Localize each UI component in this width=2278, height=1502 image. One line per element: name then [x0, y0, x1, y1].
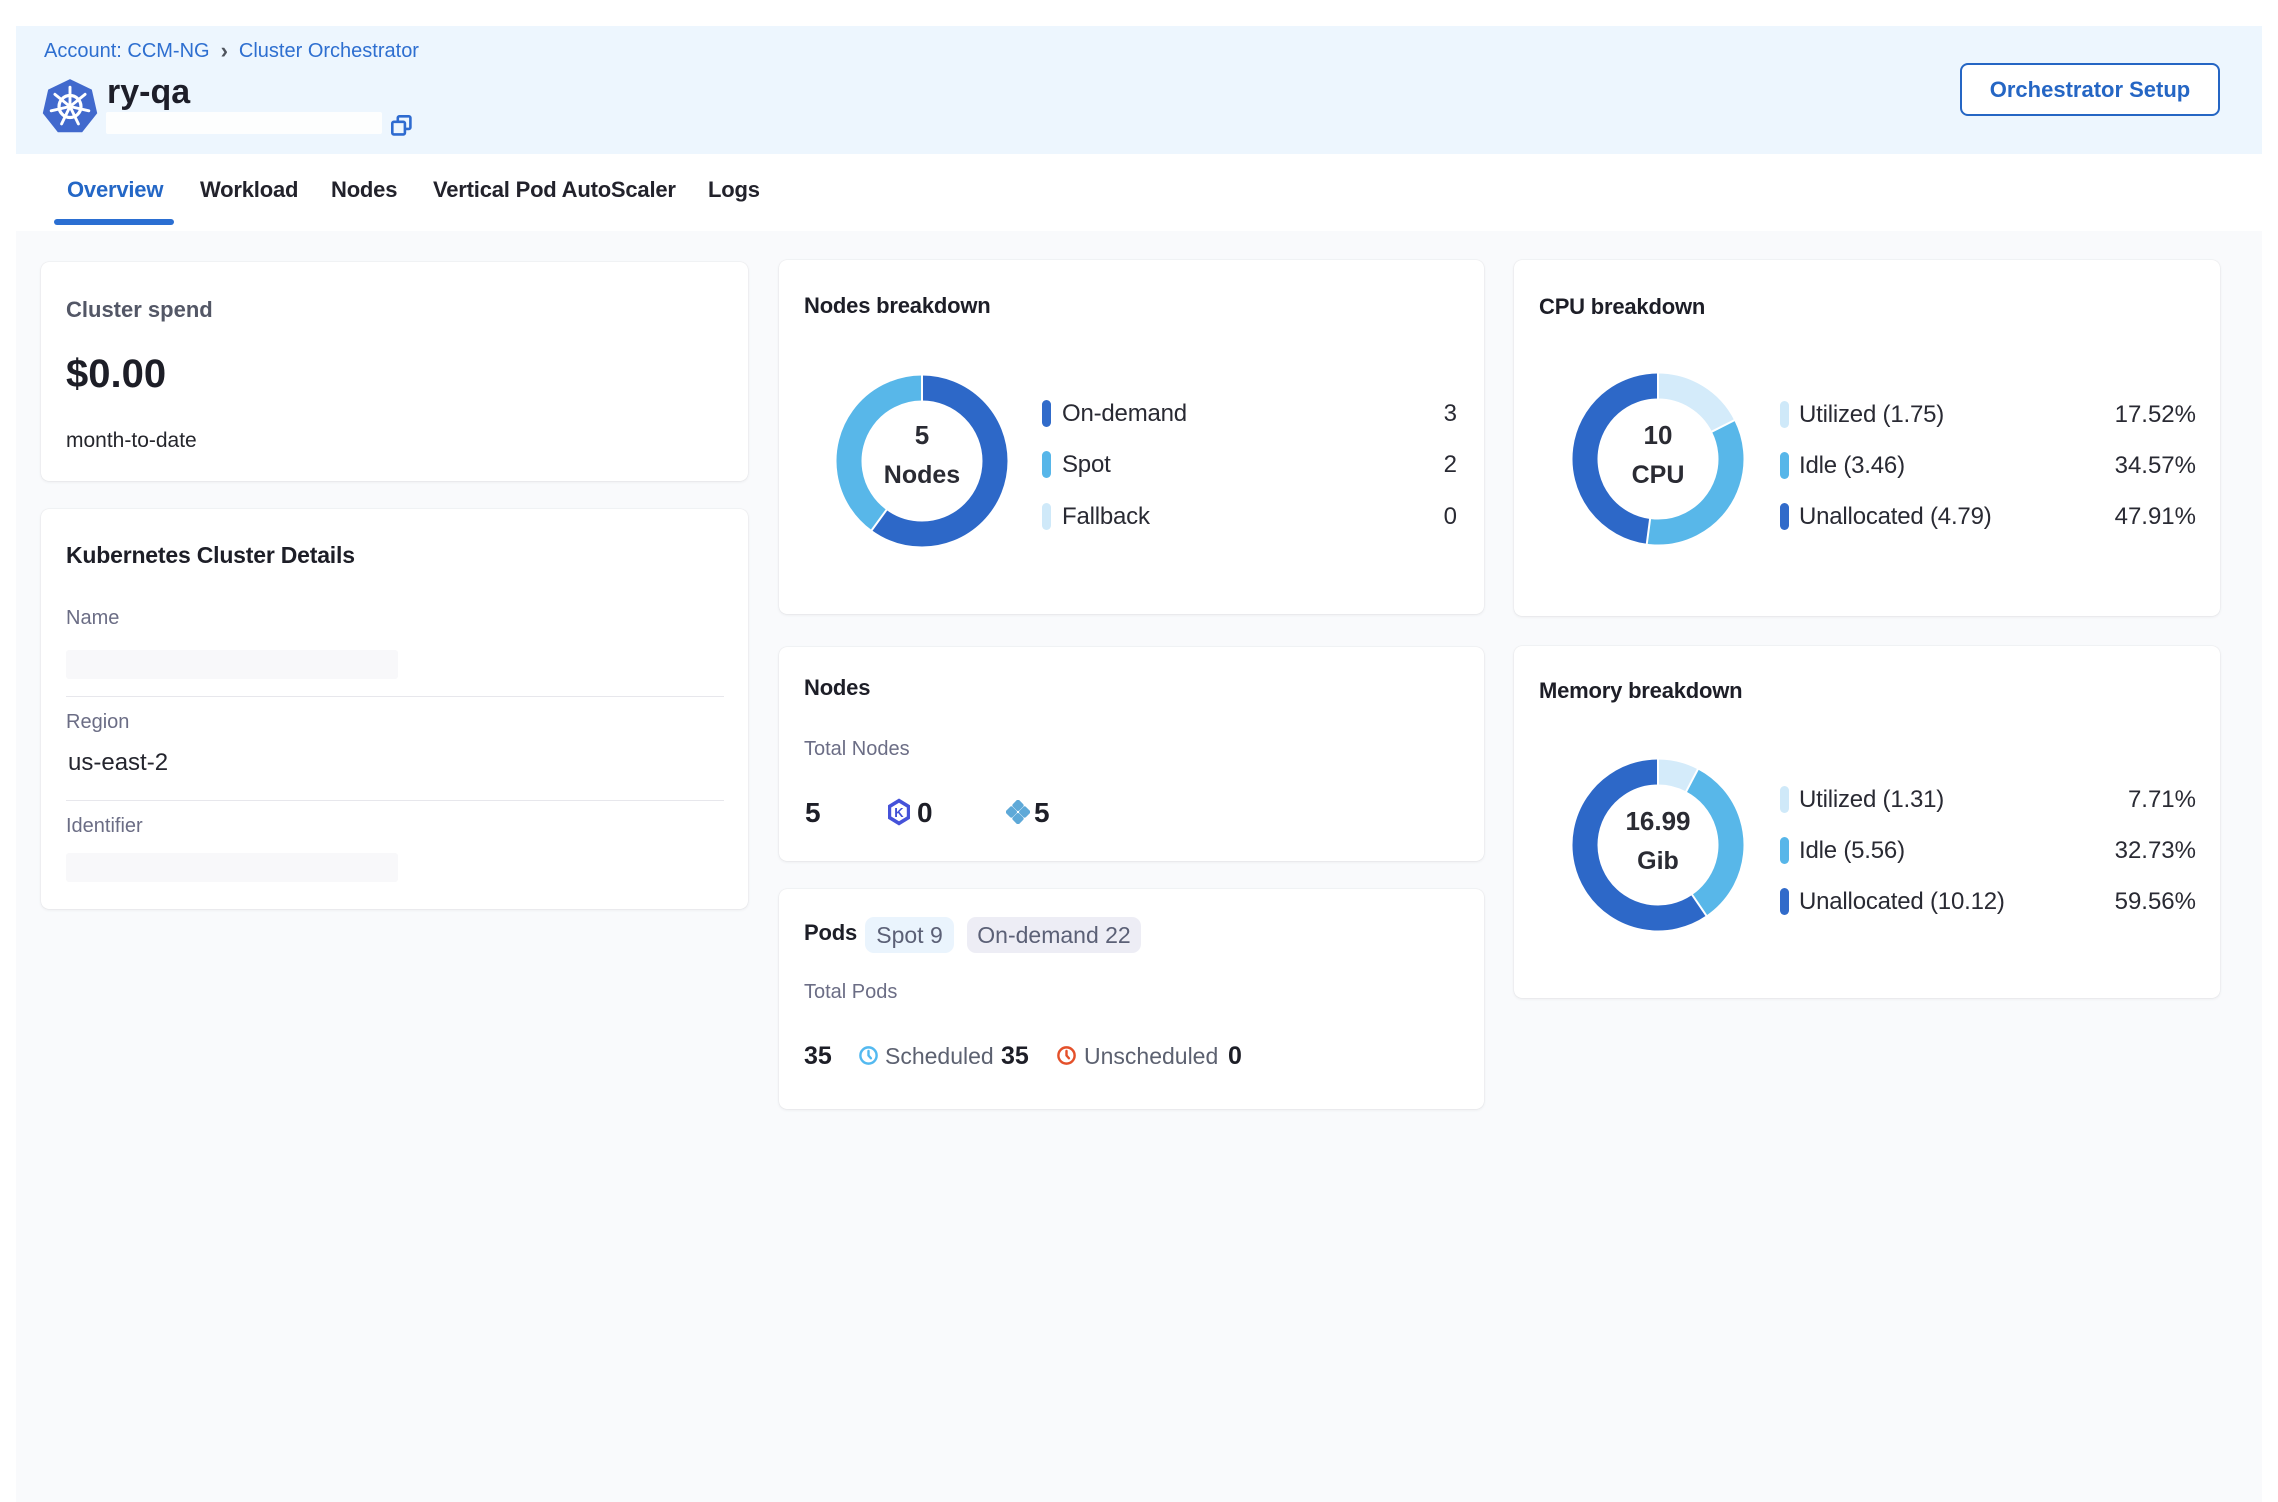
svg-text:K: K: [894, 805, 904, 820]
